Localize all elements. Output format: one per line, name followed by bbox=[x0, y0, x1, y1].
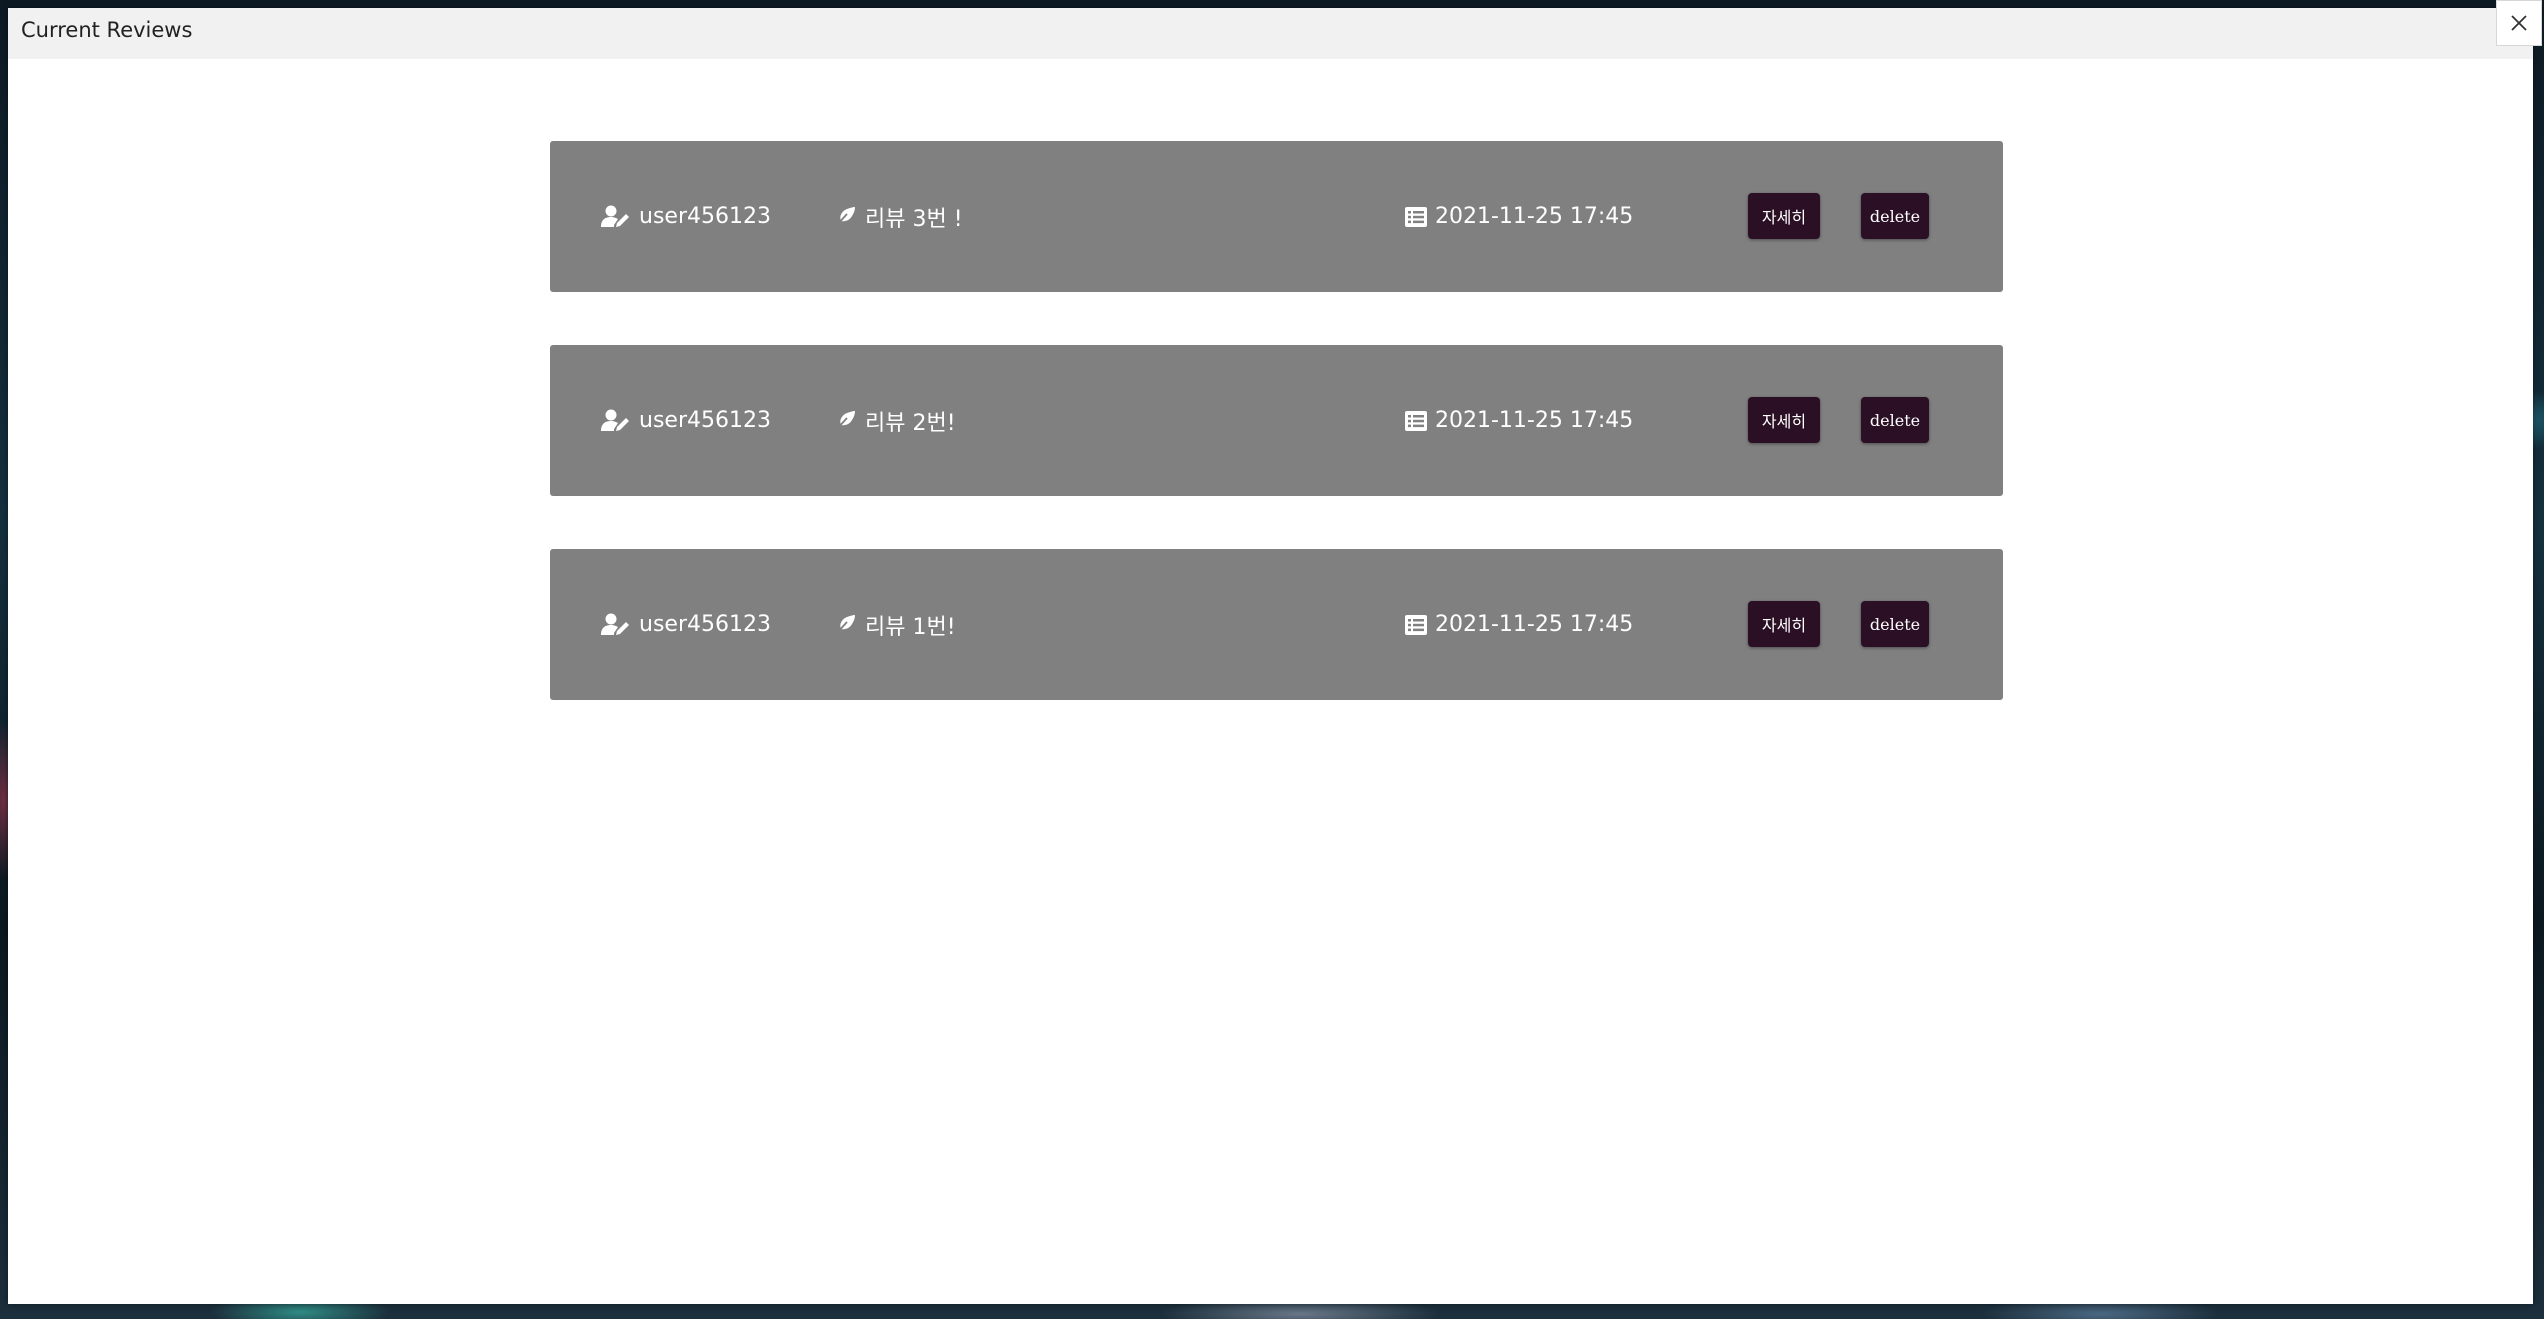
review-date: 2021-11-25 17:45 bbox=[1405, 141, 1633, 292]
review-card: user456123 리뷰 3번 ! 2021-11-25 17:45 자세히 … bbox=[550, 141, 2003, 292]
review-date-text: 2021-11-25 17:45 bbox=[1435, 612, 1634, 637]
review-author-name: user456123 bbox=[639, 612, 771, 637]
delete-button[interactable]: delete bbox=[1861, 193, 1929, 239]
review-title: 리뷰 3번 ! bbox=[833, 141, 963, 292]
review-author-name: user456123 bbox=[639, 204, 771, 229]
review-author: user456123 bbox=[601, 549, 771, 700]
review-title-text: 리뷰 1번! bbox=[865, 614, 956, 640]
review-date-text: 2021-11-25 17:45 bbox=[1435, 204, 1634, 229]
modal-title: Current Reviews bbox=[21, 18, 193, 42]
user-pen-icon bbox=[601, 613, 629, 635]
detail-button[interactable]: 자세히 bbox=[1748, 193, 1820, 239]
review-author-name: user456123 bbox=[639, 408, 771, 433]
review-title-text: 리뷰 3번 ! bbox=[865, 206, 963, 232]
detail-button[interactable]: 자세히 bbox=[1748, 601, 1820, 647]
delete-button[interactable]: delete bbox=[1861, 397, 1929, 443]
review-title-text: 리뷰 2번! bbox=[865, 410, 956, 436]
close-icon bbox=[2511, 15, 2527, 31]
feather-pen-icon bbox=[835, 410, 855, 431]
feather-pen-icon bbox=[835, 206, 855, 227]
review-title: 리뷰 1번! bbox=[833, 549, 956, 700]
list-alt-icon bbox=[1405, 206, 1427, 227]
review-card: user456123 리뷰 2번! 2021-11-25 17:45 자세히 d… bbox=[550, 345, 2003, 496]
review-list: user456123 리뷰 3번 ! 2021-11-25 17:45 자세히 … bbox=[550, 141, 2003, 753]
modal-header: Current Reviews bbox=[8, 8, 2533, 59]
feather-pen-icon bbox=[835, 614, 855, 635]
review-title: 리뷰 2번! bbox=[833, 345, 956, 496]
review-card: user456123 리뷰 1번! 2021-11-25 17:45 자세히 d… bbox=[550, 549, 2003, 700]
review-date: 2021-11-25 17:45 bbox=[1405, 345, 1633, 496]
review-author: user456123 bbox=[601, 345, 771, 496]
delete-button[interactable]: delete bbox=[1861, 601, 1929, 647]
review-date: 2021-11-25 17:45 bbox=[1405, 549, 1633, 700]
review-author: user456123 bbox=[601, 141, 771, 292]
user-pen-icon bbox=[601, 409, 629, 431]
list-alt-icon bbox=[1405, 410, 1427, 431]
user-pen-icon bbox=[601, 205, 629, 227]
close-button[interactable] bbox=[2496, 0, 2542, 46]
review-date-text: 2021-11-25 17:45 bbox=[1435, 408, 1634, 433]
reviews-modal: Current Reviews user456123 리뷰 3번 ! 2021-… bbox=[8, 8, 2533, 1304]
detail-button[interactable]: 자세히 bbox=[1748, 397, 1820, 443]
list-alt-icon bbox=[1405, 614, 1427, 635]
